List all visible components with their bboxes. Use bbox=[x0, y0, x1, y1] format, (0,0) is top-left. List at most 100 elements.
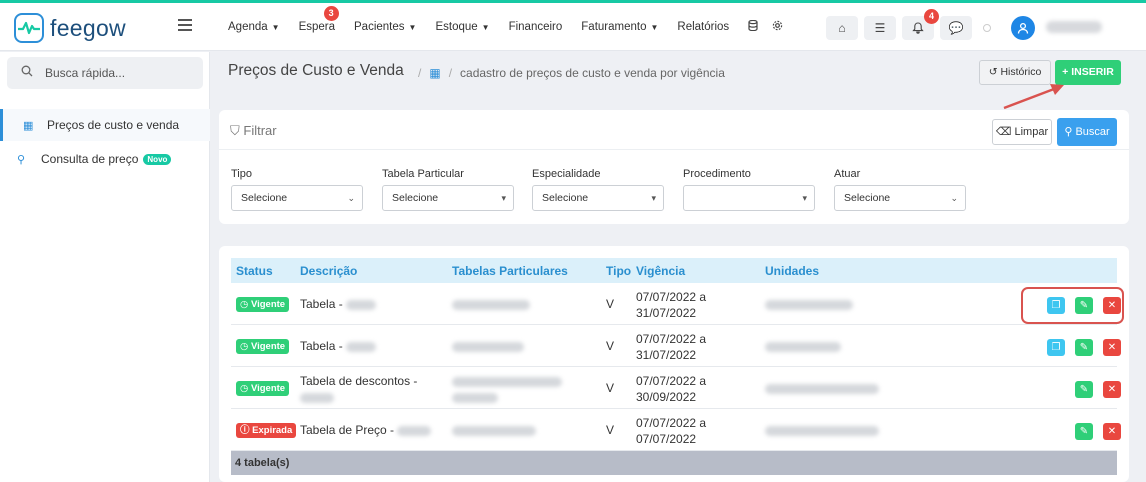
table-header: Status Descrição Tabelas Particulares Ti… bbox=[231, 258, 1117, 283]
col-tabelas-particulares[interactable]: Tabelas Particulares bbox=[452, 264, 568, 278]
vigencia-cell: 07/07/2022 a 30/09/2022 bbox=[636, 374, 707, 404]
checklist-icon: ☰ bbox=[874, 21, 886, 35]
user-avatar[interactable] bbox=[1011, 16, 1035, 40]
nav-financeiro[interactable]: Financeiro bbox=[509, 21, 563, 33]
table-row: ◷ Vigente Tabela de descontos - V 07/07/… bbox=[231, 368, 1121, 409]
redacted-text bbox=[452, 425, 536, 436]
field-especialidade: Especialidade Selecione ▾ bbox=[532, 168, 664, 211]
delete-button[interactable]: ✕ bbox=[1103, 381, 1121, 398]
sidebar-item-label: Consulta de preço bbox=[41, 152, 139, 166]
main-nav: Agenda ▼ Espera 3 Pacientes ▼ Estoque ▼ Fina… bbox=[228, 3, 802, 51]
caret-down-icon: ▾ bbox=[501, 193, 506, 203]
unidades-cell bbox=[765, 297, 853, 311]
history-icon: ↺ bbox=[988, 66, 998, 78]
breadcrumb: / ▦ / cadastro de preços de custo e vend… bbox=[410, 66, 725, 80]
table-row: ◷ Vigente Tabela - V 07/07/2022 a 31/07/2… bbox=[231, 284, 1121, 325]
limpar-button[interactable]: ⌫ Limpar bbox=[992, 119, 1052, 145]
delete-button[interactable]: ✕ bbox=[1103, 423, 1121, 440]
caret-down-icon: ▼ bbox=[271, 23, 280, 32]
buscar-button[interactable]: ⚲ Buscar bbox=[1057, 118, 1117, 146]
nav-relatorios[interactable]: Relatórios bbox=[677, 21, 729, 33]
search-icon: ⚲ bbox=[1064, 126, 1073, 138]
caret-down-icon: ▾ bbox=[802, 193, 807, 203]
sidebar-item-consulta[interactable]: ⚲ Consulta de preço Novo bbox=[0, 143, 210, 175]
notifications-button[interactable]: 4 bbox=[902, 9, 939, 40]
table-footer-count: 4 tabela(s) bbox=[231, 451, 1117, 475]
col-vigencia[interactable]: Vigência bbox=[636, 264, 685, 278]
descricao-cell: Tabela - bbox=[300, 297, 377, 311]
delete-button[interactable]: ✕ bbox=[1103, 339, 1121, 356]
username-blurred[interactable] bbox=[1046, 21, 1102, 33]
caret-down-icon: ▼ bbox=[481, 23, 490, 32]
edit-button[interactable]: ✎ bbox=[1075, 381, 1093, 398]
copy-button[interactable]: ❐ bbox=[1047, 339, 1065, 356]
atuar-select[interactable]: Selecione ⌄ bbox=[834, 185, 966, 211]
table-row: ◷ Vigente Tabela - V 07/07/2022 a 31/07/2… bbox=[231, 326, 1121, 367]
status-badge: ◷ Vigente bbox=[236, 297, 290, 312]
filter-panel: ⛉ Filtrar ⌫ Limpar ⚲ Buscar Tipo Selecio… bbox=[219, 110, 1129, 224]
redacted-text bbox=[346, 341, 377, 352]
new-tag-badge: Novo bbox=[143, 153, 172, 165]
caret-down-icon: ▼ bbox=[408, 23, 417, 32]
nav-agenda[interactable]: Agenda ▼ bbox=[228, 21, 280, 33]
status-badge: ⓘ Expirada bbox=[236, 423, 297, 438]
logo-heartbeat-icon bbox=[14, 13, 44, 43]
vigencia-cell: 07/07/2022 a 31/07/2022 bbox=[636, 332, 707, 362]
breadcrumb-current: cadastro de preços de custo e venda por … bbox=[460, 66, 725, 80]
redacted-text bbox=[452, 392, 498, 403]
chevron-down-icon: ⌄ bbox=[347, 193, 355, 203]
chat-icon: 💬 bbox=[948, 21, 964, 35]
col-unidades[interactable]: Unidades bbox=[765, 264, 819, 278]
status-badge: ◷ Vigente bbox=[236, 381, 290, 396]
table-icon: ▦ bbox=[429, 66, 441, 80]
logo-text: feegow bbox=[50, 14, 126, 41]
quick-search[interactable]: Busca rápida... bbox=[7, 57, 203, 89]
field-tabela-particular: Tabela Particular Selecione ▾ bbox=[382, 168, 514, 211]
tabelas-cell bbox=[452, 423, 536, 437]
vigencia-cell: 07/07/2022 a 31/07/2022 bbox=[636, 290, 707, 320]
nav-espera[interactable]: Espera 3 bbox=[299, 6, 339, 33]
sidebar-item-precos[interactable]: ▦ Preços de custo e venda bbox=[0, 109, 210, 141]
redacted-text bbox=[452, 341, 524, 352]
col-tipo[interactable]: Tipo bbox=[606, 264, 631, 278]
tipo-select[interactable]: Selecione ⌄ bbox=[231, 185, 363, 211]
col-descricao[interactable]: Descrição bbox=[300, 264, 357, 278]
tipo-cell: V bbox=[606, 423, 615, 437]
especialidade-select[interactable]: Selecione ▾ bbox=[532, 185, 664, 211]
gear-icon[interactable] bbox=[772, 20, 783, 34]
nav-estoque[interactable]: Estoque ▼ bbox=[435, 21, 489, 33]
field-tipo: Tipo Selecione ⌄ bbox=[231, 168, 363, 211]
col-status[interactable]: Status bbox=[236, 264, 273, 278]
filter-header: ⛉ Filtrar ⌫ Limpar ⚲ Buscar bbox=[219, 110, 1129, 150]
field-procedimento: Procedimento ▾ bbox=[683, 168, 815, 211]
menu-toggle-icon[interactable] bbox=[178, 19, 192, 34]
redacted-text bbox=[346, 299, 377, 310]
results-panel: Status Descrição Tabelas Particulares Ti… bbox=[219, 246, 1129, 482]
logo[interactable]: feegow bbox=[14, 13, 126, 43]
edit-button[interactable]: ✎ bbox=[1075, 423, 1093, 440]
database-icon[interactable] bbox=[748, 19, 758, 34]
tabela-particular-select[interactable]: Selecione ▾ bbox=[382, 185, 514, 211]
redacted-text bbox=[765, 341, 841, 352]
procedimento-select[interactable]: ▾ bbox=[683, 185, 815, 211]
table-row: ⓘ Expirada Tabela de Preço - V 07/07/202… bbox=[231, 410, 1121, 451]
tabelas-cell bbox=[452, 297, 530, 311]
chat-button[interactable]: 💬 bbox=[940, 16, 972, 40]
annotation-highlight-box bbox=[1021, 287, 1124, 324]
eraser-icon: ⌫ bbox=[995, 126, 1012, 138]
vigencia-cell: 07/07/2022 a 07/07/2022 bbox=[636, 416, 707, 446]
nav-faturamento[interactable]: Faturamento ▼ bbox=[581, 21, 658, 33]
filter-title: ⛉ Filtrar bbox=[230, 123, 277, 138]
tipo-cell: V bbox=[606, 381, 615, 395]
unidades-cell bbox=[765, 339, 841, 353]
inbox-button[interactable]: ⌂ bbox=[826, 16, 858, 40]
bell-icon bbox=[912, 22, 924, 34]
edit-button[interactable]: ✎ bbox=[1075, 339, 1093, 356]
sidebar: Busca rápida... ▦ Preços de custo e vend… bbox=[0, 52, 210, 482]
tipo-cell: V bbox=[606, 339, 615, 353]
nav-pacientes[interactable]: Pacientes ▼ bbox=[354, 21, 416, 33]
app-header: feegow Agenda ▼ Espera 3 Pacientes ▼ Estoqu… bbox=[0, 3, 1146, 51]
tasks-button[interactable]: ☰ bbox=[864, 16, 896, 40]
redacted-text bbox=[452, 376, 562, 387]
notifications-count-badge: 4 bbox=[924, 9, 939, 24]
